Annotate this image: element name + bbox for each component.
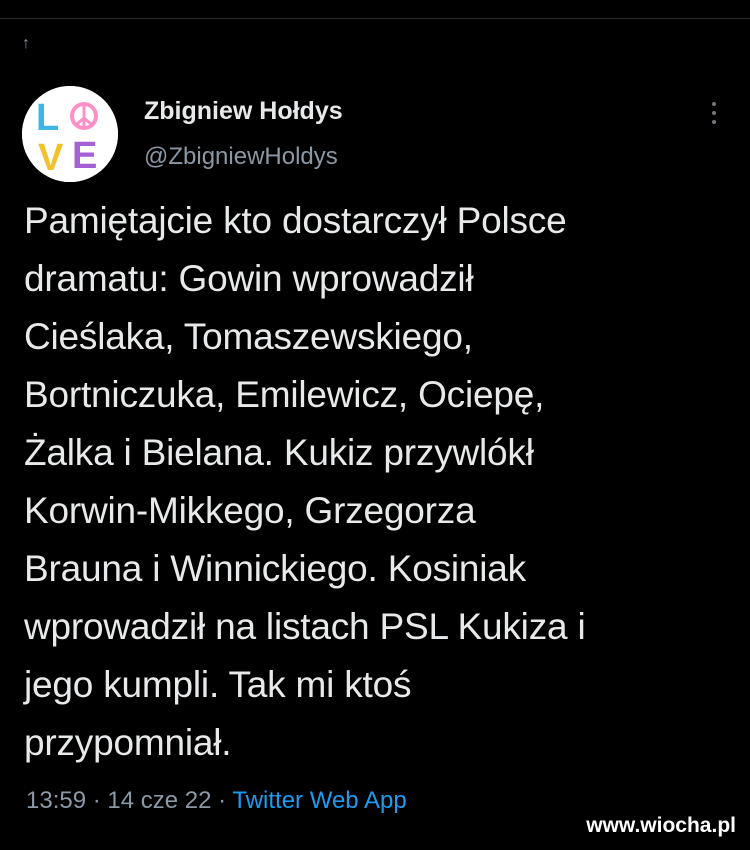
separator: · [86, 787, 108, 814]
tweet-meta: 13:59 · 14 cze 22 · Twitter Web App [26, 786, 407, 816]
avatar[interactable]: L V E [22, 86, 118, 182]
watermark: www.wiocha.pl [586, 814, 736, 837]
tweet-text: Pamiętajcie kto dostarczył Polsce dramat… [24, 200, 586, 763]
tweet-date[interactable]: 14 cze 22 [107, 787, 211, 814]
avatar-letter-l: L [36, 97, 59, 139]
separator: · [211, 787, 233, 814]
arrow-up-icon[interactable]: ↑ [22, 36, 30, 52]
dot [712, 102, 716, 106]
dot [712, 111, 716, 115]
more-options-icon[interactable] [706, 102, 722, 132]
dot [712, 120, 716, 124]
author-handle[interactable]: @ZbigniewHoldys [144, 142, 338, 172]
peace-sign-icon [70, 102, 98, 130]
source-app-link[interactable]: Twitter Web App [232, 787, 406, 814]
avatar-letter-v: V [38, 137, 64, 179]
tweet-time[interactable]: 13:59 [26, 787, 86, 814]
tweet-screenshot: ↑ L V E Zbigniew Hołdys @ZbigniewHoldys … [0, 0, 750, 850]
divider [0, 18, 750, 19]
love-avatar-image: L V E [22, 86, 118, 182]
author-name[interactable]: Zbigniew Hołdys [144, 96, 343, 126]
avatar-letter-e: E [72, 135, 97, 177]
